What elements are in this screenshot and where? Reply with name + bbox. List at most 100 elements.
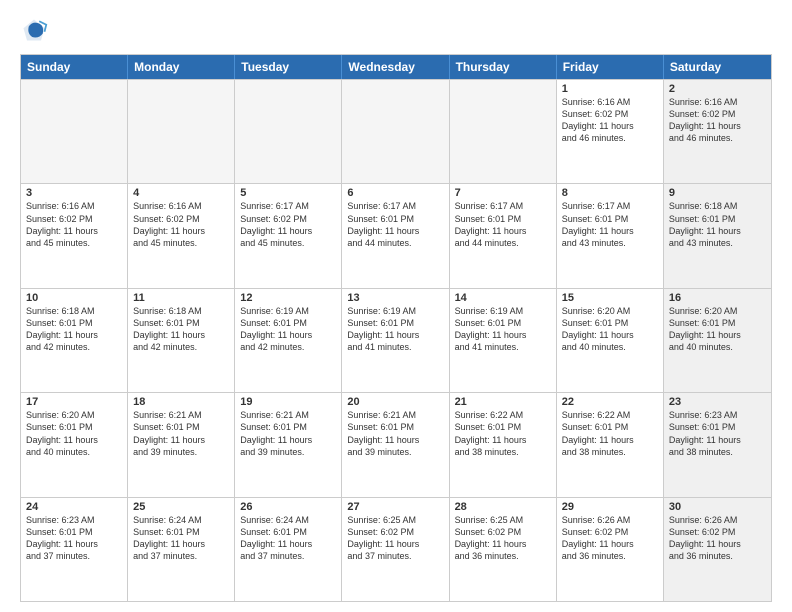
day-number: 3	[26, 187, 122, 199]
calendar-cell: 19Sunrise: 6:21 AM Sunset: 6:01 PM Dayli…	[235, 393, 342, 496]
calendar-cell: 4Sunrise: 6:16 AM Sunset: 6:02 PM Daylig…	[128, 184, 235, 287]
cell-info: Sunrise: 6:26 AM Sunset: 6:02 PM Dayligh…	[562, 514, 658, 563]
calendar-cell: 16Sunrise: 6:20 AM Sunset: 6:01 PM Dayli…	[664, 289, 771, 392]
day-number: 12	[240, 292, 336, 304]
calendar-cell: 18Sunrise: 6:21 AM Sunset: 6:01 PM Dayli…	[128, 393, 235, 496]
cell-info: Sunrise: 6:21 AM Sunset: 6:01 PM Dayligh…	[347, 409, 443, 458]
cell-info: Sunrise: 6:18 AM Sunset: 6:01 PM Dayligh…	[133, 305, 229, 354]
day-number: 30	[669, 501, 766, 513]
calendar-cell: 27Sunrise: 6:25 AM Sunset: 6:02 PM Dayli…	[342, 498, 449, 601]
cell-info: Sunrise: 6:25 AM Sunset: 6:02 PM Dayligh…	[347, 514, 443, 563]
cell-info: Sunrise: 6:19 AM Sunset: 6:01 PM Dayligh…	[455, 305, 551, 354]
cell-info: Sunrise: 6:26 AM Sunset: 6:02 PM Dayligh…	[669, 514, 766, 563]
calendar-cell: 29Sunrise: 6:26 AM Sunset: 6:02 PM Dayli…	[557, 498, 664, 601]
calendar-row: 3Sunrise: 6:16 AM Sunset: 6:02 PM Daylig…	[21, 183, 771, 287]
calendar-cell: 21Sunrise: 6:22 AM Sunset: 6:01 PM Dayli…	[450, 393, 557, 496]
day-number: 8	[562, 187, 658, 199]
cell-info: Sunrise: 6:19 AM Sunset: 6:01 PM Dayligh…	[240, 305, 336, 354]
calendar-row: 24Sunrise: 6:23 AM Sunset: 6:01 PM Dayli…	[21, 497, 771, 601]
logo-icon	[20, 16, 48, 44]
day-number: 9	[669, 187, 766, 199]
weekday-header: Saturday	[664, 55, 771, 79]
cell-info: Sunrise: 6:23 AM Sunset: 6:01 PM Dayligh…	[669, 409, 766, 458]
calendar-cell: 30Sunrise: 6:26 AM Sunset: 6:02 PM Dayli…	[664, 498, 771, 601]
weekday-header: Thursday	[450, 55, 557, 79]
day-number: 4	[133, 187, 229, 199]
day-number: 25	[133, 501, 229, 513]
day-number: 2	[669, 83, 766, 95]
calendar-cell: 7Sunrise: 6:17 AM Sunset: 6:01 PM Daylig…	[450, 184, 557, 287]
cell-info: Sunrise: 6:22 AM Sunset: 6:01 PM Dayligh…	[455, 409, 551, 458]
cell-info: Sunrise: 6:16 AM Sunset: 6:02 PM Dayligh…	[133, 200, 229, 249]
logo	[20, 16, 52, 44]
cell-info: Sunrise: 6:17 AM Sunset: 6:01 PM Dayligh…	[562, 200, 658, 249]
calendar-cell: 20Sunrise: 6:21 AM Sunset: 6:01 PM Dayli…	[342, 393, 449, 496]
day-number: 7	[455, 187, 551, 199]
weekday-header: Sunday	[21, 55, 128, 79]
calendar-cell	[342, 80, 449, 183]
cell-info: Sunrise: 6:20 AM Sunset: 6:01 PM Dayligh…	[26, 409, 122, 458]
day-number: 29	[562, 501, 658, 513]
calendar-cell: 25Sunrise: 6:24 AM Sunset: 6:01 PM Dayli…	[128, 498, 235, 601]
day-number: 26	[240, 501, 336, 513]
calendar-cell: 28Sunrise: 6:25 AM Sunset: 6:02 PM Dayli…	[450, 498, 557, 601]
day-number: 5	[240, 187, 336, 199]
calendar-cell: 22Sunrise: 6:22 AM Sunset: 6:01 PM Dayli…	[557, 393, 664, 496]
calendar-cell: 2Sunrise: 6:16 AM Sunset: 6:02 PM Daylig…	[664, 80, 771, 183]
cell-info: Sunrise: 6:21 AM Sunset: 6:01 PM Dayligh…	[240, 409, 336, 458]
calendar-cell: 24Sunrise: 6:23 AM Sunset: 6:01 PM Dayli…	[21, 498, 128, 601]
cell-info: Sunrise: 6:18 AM Sunset: 6:01 PM Dayligh…	[669, 200, 766, 249]
cell-info: Sunrise: 6:25 AM Sunset: 6:02 PM Dayligh…	[455, 514, 551, 563]
cell-info: Sunrise: 6:19 AM Sunset: 6:01 PM Dayligh…	[347, 305, 443, 354]
calendar-row: 1Sunrise: 6:16 AM Sunset: 6:02 PM Daylig…	[21, 79, 771, 183]
calendar-cell: 14Sunrise: 6:19 AM Sunset: 6:01 PM Dayli…	[450, 289, 557, 392]
calendar-cell: 23Sunrise: 6:23 AM Sunset: 6:01 PM Dayli…	[664, 393, 771, 496]
header	[20, 16, 772, 44]
calendar: SundayMondayTuesdayWednesdayThursdayFrid…	[20, 54, 772, 602]
day-number: 11	[133, 292, 229, 304]
day-number: 17	[26, 396, 122, 408]
weekday-header: Monday	[128, 55, 235, 79]
weekday-header: Friday	[557, 55, 664, 79]
weekday-header: Wednesday	[342, 55, 449, 79]
cell-info: Sunrise: 6:17 AM Sunset: 6:01 PM Dayligh…	[455, 200, 551, 249]
cell-info: Sunrise: 6:20 AM Sunset: 6:01 PM Dayligh…	[562, 305, 658, 354]
cell-info: Sunrise: 6:16 AM Sunset: 6:02 PM Dayligh…	[562, 96, 658, 145]
page: SundayMondayTuesdayWednesdayThursdayFrid…	[0, 0, 792, 612]
calendar-cell: 12Sunrise: 6:19 AM Sunset: 6:01 PM Dayli…	[235, 289, 342, 392]
weekday-header: Tuesday	[235, 55, 342, 79]
calendar-cell: 15Sunrise: 6:20 AM Sunset: 6:01 PM Dayli…	[557, 289, 664, 392]
calendar-header: SundayMondayTuesdayWednesdayThursdayFrid…	[21, 55, 771, 79]
calendar-cell: 26Sunrise: 6:24 AM Sunset: 6:01 PM Dayli…	[235, 498, 342, 601]
day-number: 14	[455, 292, 551, 304]
calendar-cell: 9Sunrise: 6:18 AM Sunset: 6:01 PM Daylig…	[664, 184, 771, 287]
day-number: 20	[347, 396, 443, 408]
day-number: 21	[455, 396, 551, 408]
calendar-cell: 13Sunrise: 6:19 AM Sunset: 6:01 PM Dayli…	[342, 289, 449, 392]
calendar-cell	[235, 80, 342, 183]
day-number: 15	[562, 292, 658, 304]
cell-info: Sunrise: 6:16 AM Sunset: 6:02 PM Dayligh…	[26, 200, 122, 249]
calendar-cell	[21, 80, 128, 183]
day-number: 1	[562, 83, 658, 95]
calendar-body: 1Sunrise: 6:16 AM Sunset: 6:02 PM Daylig…	[21, 79, 771, 601]
cell-info: Sunrise: 6:22 AM Sunset: 6:01 PM Dayligh…	[562, 409, 658, 458]
cell-info: Sunrise: 6:18 AM Sunset: 6:01 PM Dayligh…	[26, 305, 122, 354]
calendar-row: 17Sunrise: 6:20 AM Sunset: 6:01 PM Dayli…	[21, 392, 771, 496]
day-number: 13	[347, 292, 443, 304]
cell-info: Sunrise: 6:21 AM Sunset: 6:01 PM Dayligh…	[133, 409, 229, 458]
calendar-cell	[128, 80, 235, 183]
day-number: 19	[240, 396, 336, 408]
day-number: 24	[26, 501, 122, 513]
day-number: 23	[669, 396, 766, 408]
calendar-cell: 8Sunrise: 6:17 AM Sunset: 6:01 PM Daylig…	[557, 184, 664, 287]
calendar-cell	[450, 80, 557, 183]
cell-info: Sunrise: 6:20 AM Sunset: 6:01 PM Dayligh…	[669, 305, 766, 354]
cell-info: Sunrise: 6:17 AM Sunset: 6:01 PM Dayligh…	[347, 200, 443, 249]
calendar-cell: 11Sunrise: 6:18 AM Sunset: 6:01 PM Dayli…	[128, 289, 235, 392]
cell-info: Sunrise: 6:24 AM Sunset: 6:01 PM Dayligh…	[133, 514, 229, 563]
day-number: 18	[133, 396, 229, 408]
day-number: 27	[347, 501, 443, 513]
day-number: 28	[455, 501, 551, 513]
calendar-row: 10Sunrise: 6:18 AM Sunset: 6:01 PM Dayli…	[21, 288, 771, 392]
